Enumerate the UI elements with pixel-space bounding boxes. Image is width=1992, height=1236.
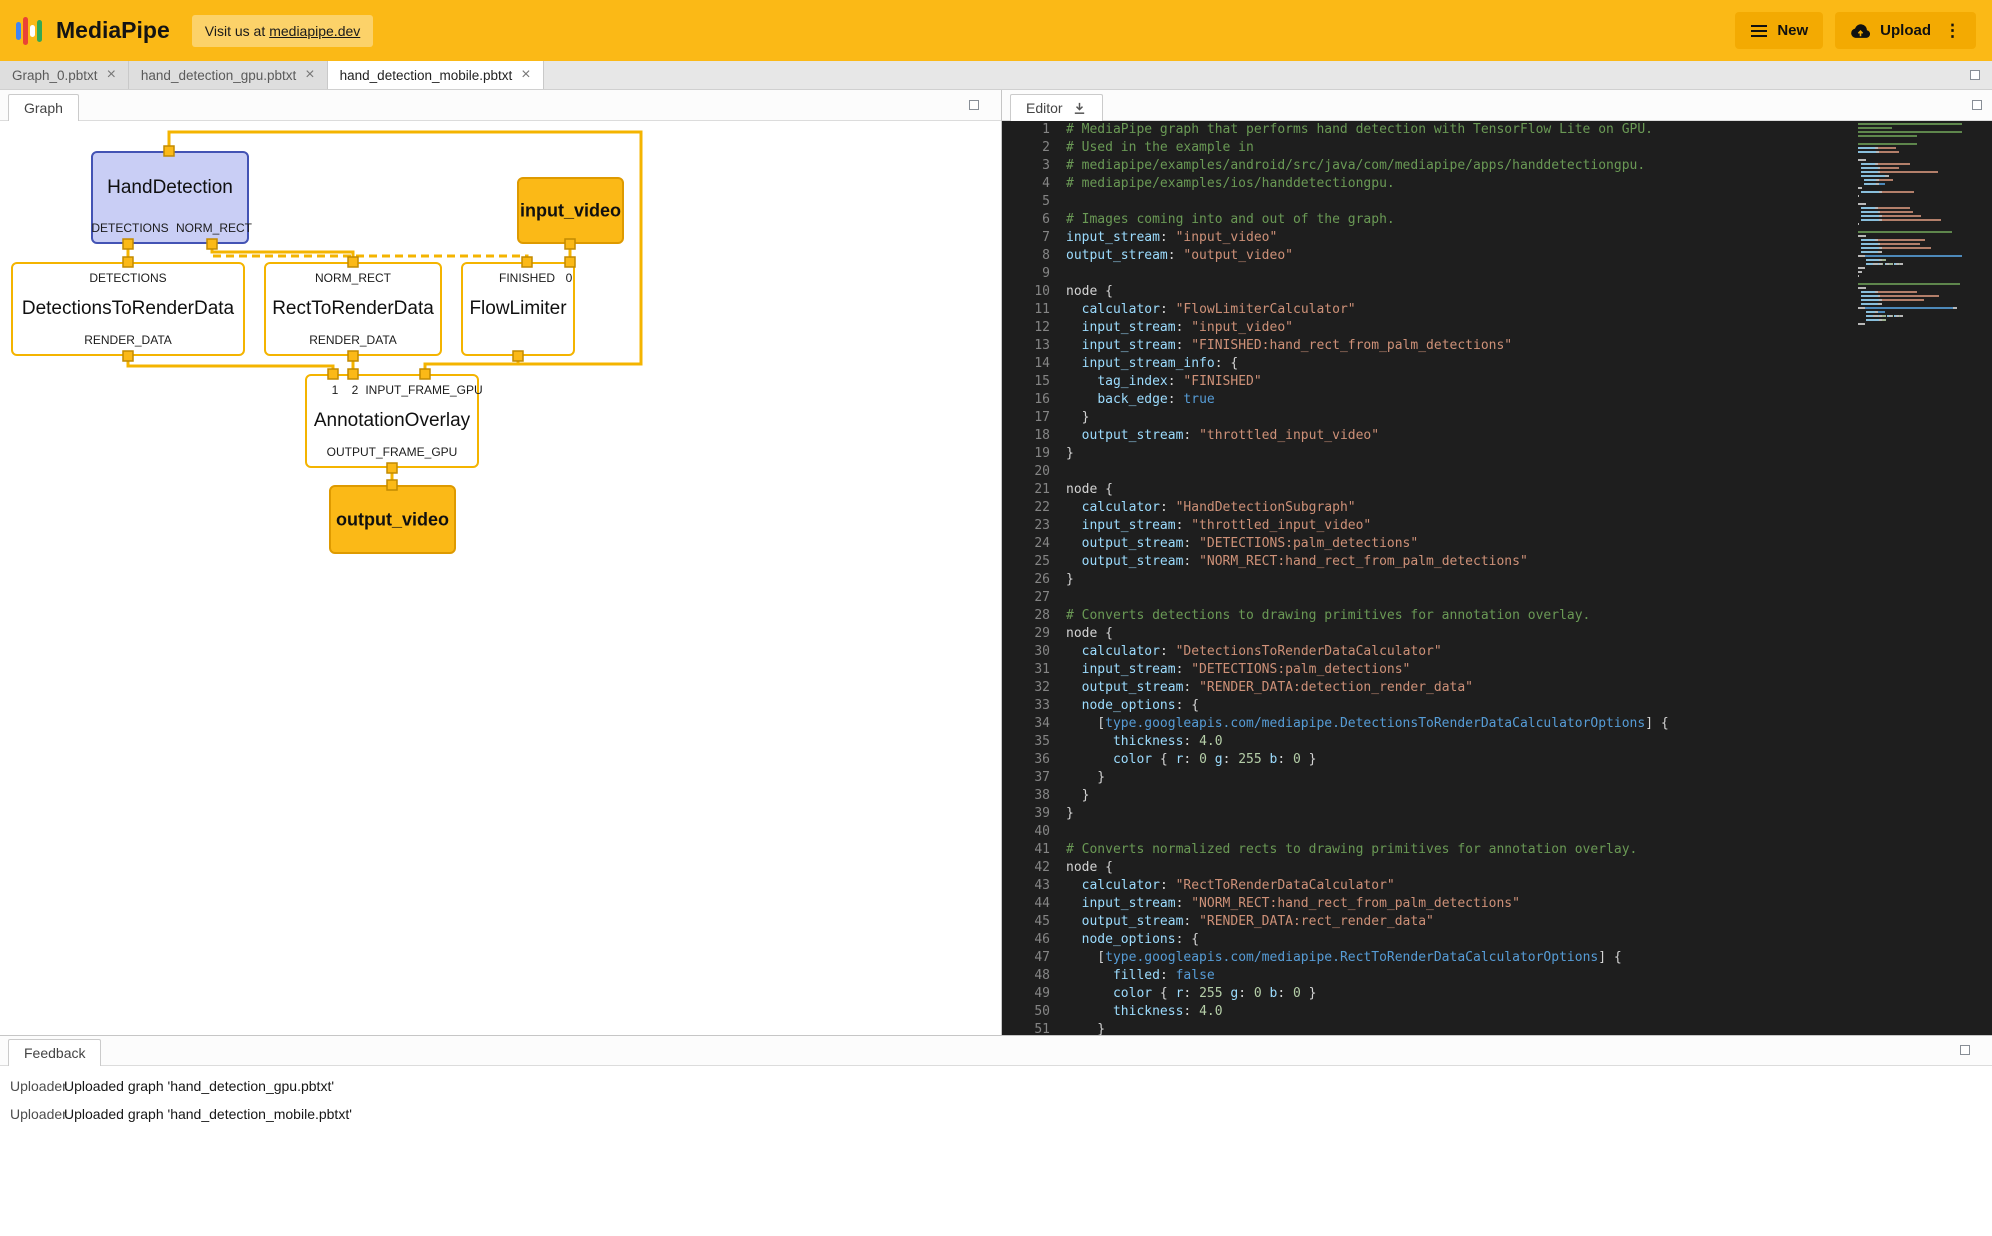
- maximize-icon[interactable]: [1970, 70, 1980, 80]
- app-header: MediaPipe Visit us at mediapipe.dev New …: [0, 0, 1992, 61]
- port-label-0: 0: [566, 271, 573, 285]
- graph-tab-label: Graph: [24, 100, 63, 116]
- maximize-icon[interactable]: [1960, 1045, 1970, 1055]
- maximize-icon[interactable]: [969, 100, 979, 110]
- tab-label: hand_detection_mobile.pbtxt: [340, 68, 513, 83]
- feedback-message: Uploaded graph 'hand_detection_mobile.pb…: [64, 1106, 352, 1122]
- mediapipe-dev-link[interactable]: mediapipe.dev: [269, 23, 360, 39]
- graph-node-recttorenderdata[interactable]: NORM_RECT RectToRenderData RENDER_DATA: [264, 262, 442, 356]
- port-label-norm-rect: NORM_RECT: [176, 221, 252, 235]
- menu-icon: [1750, 24, 1768, 38]
- graph-node-annotationoverlay[interactable]: 1 2 INPUT_FRAME_GPU AnnotationOverlay OU…: [305, 374, 479, 468]
- port-label-finished: FINISHED: [499, 271, 555, 285]
- feedback-message: Uploaded graph 'hand_detection_gpu.pbtxt…: [64, 1078, 334, 1094]
- upload-button-label: Upload: [1880, 22, 1931, 39]
- tab-graph-view[interactable]: Graph: [8, 94, 79, 121]
- graph-node-input-video[interactable]: input_video: [517, 177, 624, 244]
- tab-hand-detection-mobile[interactable]: hand_detection_mobile.pbtxt ×: [328, 61, 544, 89]
- tab-hand-detection-gpu[interactable]: hand_detection_gpu.pbtxt ×: [129, 61, 328, 89]
- graph-edges: [0, 121, 1001, 1035]
- port-label-2: 2: [352, 383, 359, 397]
- editor-panel: Editor 1# MediaPipe graph that performs …: [1002, 90, 1992, 1035]
- edge-throttled-to-overlay: [425, 356, 518, 374]
- port-label-render-data: RENDER_DATA: [84, 333, 172, 347]
- feedback-tab-label: Feedback: [24, 1045, 85, 1061]
- app-title: MediaPipe: [56, 17, 170, 44]
- edge-finished-back-edge: [212, 244, 527, 262]
- graph-panel: Graph HandDetection DETECTIONS NORM_RECT…: [0, 90, 1002, 1035]
- mediapipe-logo-icon: [16, 16, 44, 46]
- visit-chip: Visit us at mediapipe.dev: [192, 15, 374, 47]
- port-label-norm-rect: NORM_RECT: [315, 271, 391, 285]
- feedback-panel-bar: Feedback: [0, 1036, 1992, 1066]
- tab-graph-0[interactable]: Graph_0.pbtxt ×: [0, 61, 129, 89]
- graph-node-flowlimiter[interactable]: FINISHED 0 FlowLimiter: [461, 262, 575, 356]
- graph-panel-bar: Graph: [0, 90, 1001, 121]
- node-title: input_video: [519, 200, 622, 221]
- code-editor[interactable]: 1# MediaPipe graph that performs hand de…: [1002, 121, 1992, 1035]
- close-icon[interactable]: ×: [521, 67, 530, 83]
- tab-label: Graph_0.pbtxt: [12, 68, 98, 83]
- new-button[interactable]: New: [1735, 12, 1823, 49]
- edge-norm-rect: [212, 244, 353, 262]
- edge-detection-render-data: [128, 356, 333, 374]
- port-label-render-data: RENDER_DATA: [309, 333, 397, 347]
- upload-button[interactable]: Upload ⋮: [1835, 12, 1976, 49]
- editor-tab-label: Editor: [1026, 100, 1063, 116]
- code-lines[interactable]: 1# MediaPipe graph that performs hand de…: [1002, 121, 1992, 1035]
- port-label-detections: DETECTIONS: [91, 221, 168, 235]
- node-title: output_video: [331, 509, 454, 530]
- node-title: DetectionsToRenderData: [13, 298, 243, 320]
- tab-label: hand_detection_gpu.pbtxt: [141, 68, 296, 83]
- download-icon[interactable]: [1072, 101, 1087, 116]
- cloud-upload-icon: [1850, 23, 1871, 39]
- kebab-menu-icon[interactable]: ⋮: [1944, 21, 1961, 41]
- feedback-source: Uploader: [0, 1078, 64, 1094]
- feedback-row: Uploader Uploaded graph 'hand_detection_…: [0, 1100, 1992, 1128]
- editor-panel-bar: Editor: [1002, 90, 1992, 121]
- port-label-input-frame-gpu: INPUT_FRAME_GPU: [365, 383, 482, 397]
- graph-node-handdetection[interactable]: HandDetection DETECTIONS NORM_RECT: [91, 151, 249, 244]
- document-tabstrip: Graph_0.pbtxt × hand_detection_gpu.pbtxt…: [0, 61, 1992, 90]
- feedback-source: Uploader: [0, 1106, 64, 1122]
- new-button-label: New: [1777, 22, 1808, 39]
- tab-editor-view[interactable]: Editor: [1010, 94, 1103, 121]
- maximize-icon[interactable]: [1972, 100, 1982, 110]
- port-label-1: 1: [332, 383, 339, 397]
- port-label-detections: DETECTIONS: [89, 271, 166, 285]
- close-icon[interactable]: ×: [305, 67, 314, 83]
- node-title: RectToRenderData: [266, 298, 440, 320]
- minimap[interactable]: [1858, 123, 1962, 327]
- graph-node-detectionstorenderdata[interactable]: DETECTIONS DetectionsToRenderData RENDER…: [11, 262, 245, 356]
- node-title: FlowLimiter: [463, 298, 573, 320]
- feedback-panel: Feedback Uploader Uploaded graph 'hand_d…: [0, 1035, 1992, 1236]
- visit-text: Visit us at: [205, 23, 265, 39]
- feedback-row: Uploader Uploaded graph 'hand_detection_…: [0, 1072, 1992, 1100]
- close-icon[interactable]: ×: [107, 67, 116, 83]
- node-title: HandDetection: [93, 177, 247, 199]
- graph-canvas[interactable]: HandDetection DETECTIONS NORM_RECT input…: [0, 121, 1001, 1035]
- node-title: AnnotationOverlay: [307, 410, 477, 432]
- feedback-log: Uploader Uploaded graph 'hand_detection_…: [0, 1066, 1992, 1128]
- port-label-output-frame-gpu: OUTPUT_FRAME_GPU: [327, 445, 458, 459]
- tab-feedback[interactable]: Feedback: [8, 1039, 101, 1066]
- graph-node-output-video[interactable]: output_video: [329, 485, 456, 554]
